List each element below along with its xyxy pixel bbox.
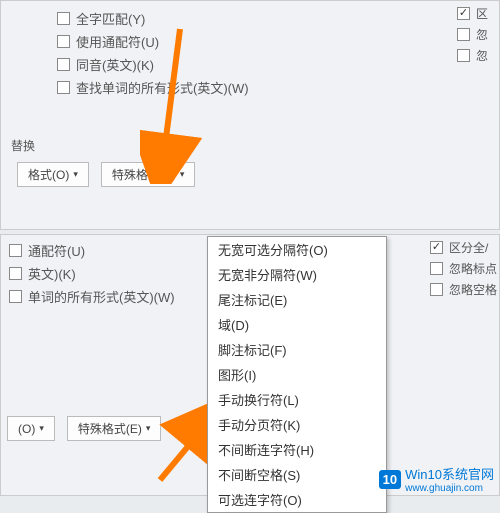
option-label: 区	[476, 5, 488, 22]
chevron-down-icon: ▾	[39, 423, 44, 434]
checkbox-icon	[457, 49, 470, 62]
chevron-down-icon: ▾	[146, 423, 151, 434]
option-label: 查找单词的所有形式(英文)(W)	[76, 78, 249, 97]
checkbox-icon	[9, 290, 22, 303]
special-format-button-b[interactable]: 特殊格式(E) ▾	[67, 416, 162, 441]
option-right-2[interactable]: 忽	[457, 26, 497, 43]
button-label: 特殊格式(E)	[78, 420, 142, 437]
option-label: 忽略空格	[449, 281, 497, 298]
option-label: 同音(英文)(K)	[76, 55, 154, 74]
checkbox-icon	[9, 244, 22, 257]
option-right-3[interactable]: 忽	[457, 47, 497, 64]
checkbox-icon	[57, 58, 70, 71]
checkbox-icon	[57, 35, 70, 48]
button-label: 格式(O)	[28, 166, 69, 183]
checkbox-icon	[57, 81, 70, 94]
right-options-top: 区 忽 忽	[457, 5, 497, 68]
watermark-badge: 10	[379, 470, 401, 489]
menu-item[interactable]: 不间断空格(S)	[208, 462, 386, 487]
right-options-bottom: 区分全/ 忽略标点 忽略空格	[430, 239, 497, 302]
option-sounds-like[interactable]: 同音(英文)(K)	[57, 55, 493, 74]
option-label: 忽略标点	[449, 260, 497, 277]
menu-item[interactable]: 脚注标记(F)	[208, 337, 386, 362]
button-row-top: 格式(O) ▾ 特殊格式(E) ▾	[7, 162, 493, 187]
checkbox-icon	[457, 7, 470, 20]
format-button[interactable]: 格式(O) ▾	[17, 162, 89, 187]
replace-section-label: 替换	[11, 137, 493, 154]
option-label: 通配符(U)	[28, 241, 85, 260]
checkbox-icon	[430, 262, 443, 275]
option-wildcards[interactable]: 使用通配符(U)	[57, 32, 493, 51]
menu-item[interactable]: 不间断连字符(H)	[208, 437, 386, 462]
chevron-down-icon: ▾	[180, 169, 185, 180]
option-right-1[interactable]: 区	[457, 5, 497, 22]
menu-item[interactable]: 域(D)	[208, 312, 386, 337]
option-label: 使用通配符(U)	[76, 32, 159, 51]
option-ignore-space[interactable]: 忽略空格	[430, 281, 497, 298]
checkbox-icon	[430, 283, 443, 296]
chevron-down-icon: ▾	[73, 169, 78, 180]
button-label: (O)	[18, 422, 35, 436]
option-label: 英文)(K)	[28, 264, 76, 283]
checkbox-icon	[9, 267, 22, 280]
menu-item-page-break[interactable]: 手动分页符(K)	[208, 412, 386, 437]
option-label: 忽	[476, 47, 488, 64]
checkbox-icon	[57, 12, 70, 25]
option-word-forms[interactable]: 查找单词的所有形式(英文)(W)	[57, 78, 493, 97]
menu-item[interactable]: 无宽可选分隔符(O)	[208, 237, 386, 262]
menu-item[interactable]: 尾注标记(E)	[208, 287, 386, 312]
watermark-text: Win10系统官网	[405, 464, 494, 483]
option-label: 全字匹配(Y)	[76, 9, 145, 28]
menu-item[interactable]: 手动换行符(L)	[208, 387, 386, 412]
find-replace-panel-top: 全字匹配(Y) 使用通配符(U) 同音(英文)(K) 查找单词的所有形式(英文)…	[0, 0, 500, 230]
checkbox-icon	[457, 28, 470, 41]
option-label: 单词的所有形式(英文)(W)	[28, 287, 175, 306]
format-button-b[interactable]: (O) ▾	[7, 416, 55, 441]
option-whole-word[interactable]: 全字匹配(Y)	[57, 9, 493, 28]
special-format-menu: 无宽可选分隔符(O) 无宽非分隔符(W) 尾注标记(E) 域(D) 脚注标记(F…	[207, 236, 387, 513]
checkbox-icon	[430, 241, 443, 254]
search-options: 全字匹配(Y) 使用通配符(U) 同音(英文)(K) 查找单词的所有形式(英文)…	[7, 7, 493, 97]
menu-item[interactable]: 无宽非分隔符(W)	[208, 262, 386, 287]
option-ignore-punct[interactable]: 忽略标点	[430, 260, 497, 277]
option-fullhalf[interactable]: 区分全/	[430, 239, 497, 256]
menu-item[interactable]: 图形(I)	[208, 362, 386, 387]
option-label: 区分全/	[449, 239, 488, 256]
watermark: 10 Win10系统官网 www.ghuajin.com	[379, 464, 494, 494]
button-label: 特殊格式(E)	[112, 166, 176, 183]
special-format-button[interactable]: 特殊格式(E) ▾	[101, 162, 196, 187]
option-label: 忽	[476, 26, 488, 43]
watermark-url: www.ghuajin.com	[405, 483, 494, 494]
